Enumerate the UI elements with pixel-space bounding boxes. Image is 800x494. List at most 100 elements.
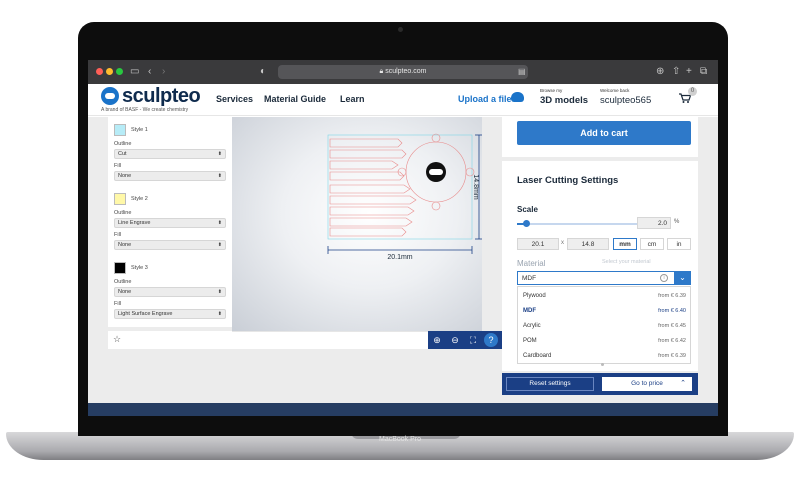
select-arrows-icon: ⬍ (217, 173, 222, 179)
style-3-fill-select[interactable]: Light Surface Engrave ⬍ (114, 309, 226, 319)
scale-slider[interactable] (517, 223, 637, 225)
nav-material-guide[interactable]: Material Guide (264, 94, 326, 104)
material-option-pom[interactable]: POM from € 6.42 (518, 334, 690, 348)
sidebar-icon[interactable]: ▭ (130, 65, 139, 79)
screen: ▭ ‹ › ◐ 🔒︎ sculpteo.com ▤ ⊕ ⇧ + ⧉ sculpt… (88, 60, 718, 416)
style-1-outline-select[interactable]: Cut ⬍ (114, 149, 226, 159)
height-input[interactable]: 14.8 (567, 238, 609, 250)
help-icon[interactable]: ? (484, 333, 498, 347)
times-sign: x (561, 240, 564, 246)
select-arrows-icon: ⬍ (217, 311, 222, 317)
tabs-overview-icon[interactable]: ⧉ (700, 65, 707, 79)
minimize-window-button[interactable] (106, 68, 113, 75)
settings-action-bar: Reset settings Go to price ⌃ (502, 373, 698, 395)
nav-learn[interactable]: Learn (340, 94, 365, 104)
my-3d-models-link[interactable]: 3D models (540, 95, 588, 106)
select-arrows-icon: ⬍ (217, 220, 222, 226)
style-1-name: Style 1 (131, 127, 148, 133)
laptop: MacBook Pro ▭ ‹ › ◐ 🔒︎ sculpteo.com ▤ ⊕ … (0, 0, 800, 494)
zoom-toolbar: ⊕ ⊖ ⛶ ? (428, 331, 502, 349)
style-3-name: Style 3 (131, 265, 148, 271)
info-icon[interactable]: i (660, 274, 668, 282)
select-arrows-icon: ⬍ (217, 289, 222, 295)
add-to-cart-button[interactable]: Add to cart (517, 121, 691, 145)
option-label: Plywood (523, 293, 546, 299)
share-icon[interactable]: ⇧ (672, 65, 680, 79)
style-3-swatch[interactable] (114, 262, 126, 274)
browser-toolbar: ▭ ‹ › ◐ 🔒︎ sculpteo.com ▤ ⊕ ⇧ + ⧉ (88, 60, 718, 84)
style-1-fill-select[interactable]: None ⬍ (114, 171, 226, 181)
fit-to-screen-icon[interactable]: ⛶ (466, 333, 480, 347)
outline-label: Outline (114, 210, 132, 216)
scroll-indicator (601, 363, 604, 366)
material-option-plywood[interactable]: Plywood from € 6.39 (518, 289, 690, 303)
style-2-outline-select[interactable]: Line Engrave ⬍ (114, 218, 226, 228)
fill-label: Fill (114, 163, 122, 169)
material-hint: Select your material (602, 259, 651, 265)
canvas-footer (232, 331, 428, 349)
chevron-down-icon[interactable]: ⌄ (674, 271, 691, 285)
url-text: sculpteo.com (385, 68, 427, 75)
zoom-window-button[interactable] (116, 68, 123, 75)
close-window-button[interactable] (96, 68, 103, 75)
zoom-in-icon[interactable]: ⊕ (430, 333, 444, 347)
upload-file-link[interactable]: Upload a file (458, 94, 512, 104)
material-option-mdf[interactable]: MDF from € 6.40 (518, 304, 690, 318)
configurator: Style 1 Outline Cut ⬍ Fill None ⬍ Style 2 … (88, 117, 718, 403)
select-value: Light Surface Engrave (118, 311, 173, 317)
laser-settings-title: Laser Cutting Settings (517, 175, 619, 186)
unit-mm-button[interactable]: mm (613, 238, 637, 250)
outline-label: Outline (114, 141, 132, 147)
material-option-acrylic[interactable]: Acrylic from € 6.45 (518, 319, 690, 333)
material-dropdown: Plywood from € 6.39 MDF from € 6.40 Acryli… (517, 286, 691, 364)
forward-icon[interactable]: › (162, 65, 165, 79)
site-logo[interactable]: sculpteo (122, 85, 201, 108)
bounding-box (327, 134, 473, 240)
laser-settings-card: Laser Cutting Settings Scale 2.0 % 20.1 … (502, 161, 698, 371)
option-price: from € 6.39 (658, 353, 686, 359)
tagline: A brand of BASF - We create chemistry (101, 107, 189, 113)
shield-icon[interactable]: ◐ (260, 65, 266, 79)
design-canvas[interactable]: 20.1mm 14.8mm (232, 117, 482, 331)
scale-input[interactable]: 2.0 (637, 217, 671, 229)
style-3-outline-select[interactable]: None ⬍ (114, 287, 226, 297)
scale-label: Scale (517, 205, 538, 214)
sculpteo-logo-icon[interactable] (101, 87, 119, 105)
address-bar[interactable]: 🔒︎ sculpteo.com (278, 65, 528, 79)
style-2-fill-select[interactable]: None ⬍ (114, 240, 226, 250)
scale-slider-handle[interactable] (523, 220, 531, 227)
material-option-cardboard[interactable]: Cardboard from € 6.39 (518, 349, 690, 363)
style-1-swatch[interactable] (114, 124, 126, 136)
fill-label: Fill (114, 301, 122, 307)
option-price: from € 6.40 (658, 308, 686, 314)
new-tab-icon[interactable]: + (686, 65, 692, 79)
select-value: None (118, 289, 132, 295)
go-to-price-label: Go to price (631, 380, 663, 387)
user-account-link[interactable]: sculpteo565 (600, 95, 651, 106)
cloud-upload-icon[interactable] (511, 92, 524, 102)
option-price: from € 6.45 (658, 323, 686, 329)
page-footer-strip (88, 403, 718, 416)
translate-icon[interactable]: ▤ (518, 65, 526, 79)
order-card: Add to cart (502, 117, 698, 157)
reset-settings-button[interactable]: Reset settings (506, 377, 594, 391)
star-icon[interactable]: ☆ (113, 334, 121, 345)
width-input[interactable]: 20.1 (517, 238, 559, 250)
go-to-price-button[interactable]: Go to price ⌃ (602, 377, 692, 391)
scale-unit: % (674, 219, 680, 225)
select-arrows-icon: ⬍ (217, 242, 222, 248)
style-2-swatch[interactable] (114, 193, 126, 205)
site-header: sculpteo A brand of BASF - We create che… (88, 84, 718, 116)
option-price: from € 6.42 (658, 338, 686, 344)
select-value: Cut (118, 151, 127, 157)
style-2-name: Style 2 (131, 196, 148, 202)
back-icon[interactable]: ‹ (148, 65, 151, 79)
height-dimension-label: 14.8mm (472, 174, 479, 199)
browse-my-label: Browse my (540, 88, 563, 93)
unit-in-button[interactable]: in (667, 238, 691, 250)
unit-cm-button[interactable]: cm (640, 238, 664, 250)
style-2-block: Style 2 Outline Line Engrave ⬍ Fill None ⬍ (114, 193, 226, 257)
zoom-out-icon[interactable]: ⊖ (448, 333, 462, 347)
download-icon[interactable]: ⊕ (656, 65, 664, 79)
nav-services[interactable]: Services (216, 94, 253, 104)
